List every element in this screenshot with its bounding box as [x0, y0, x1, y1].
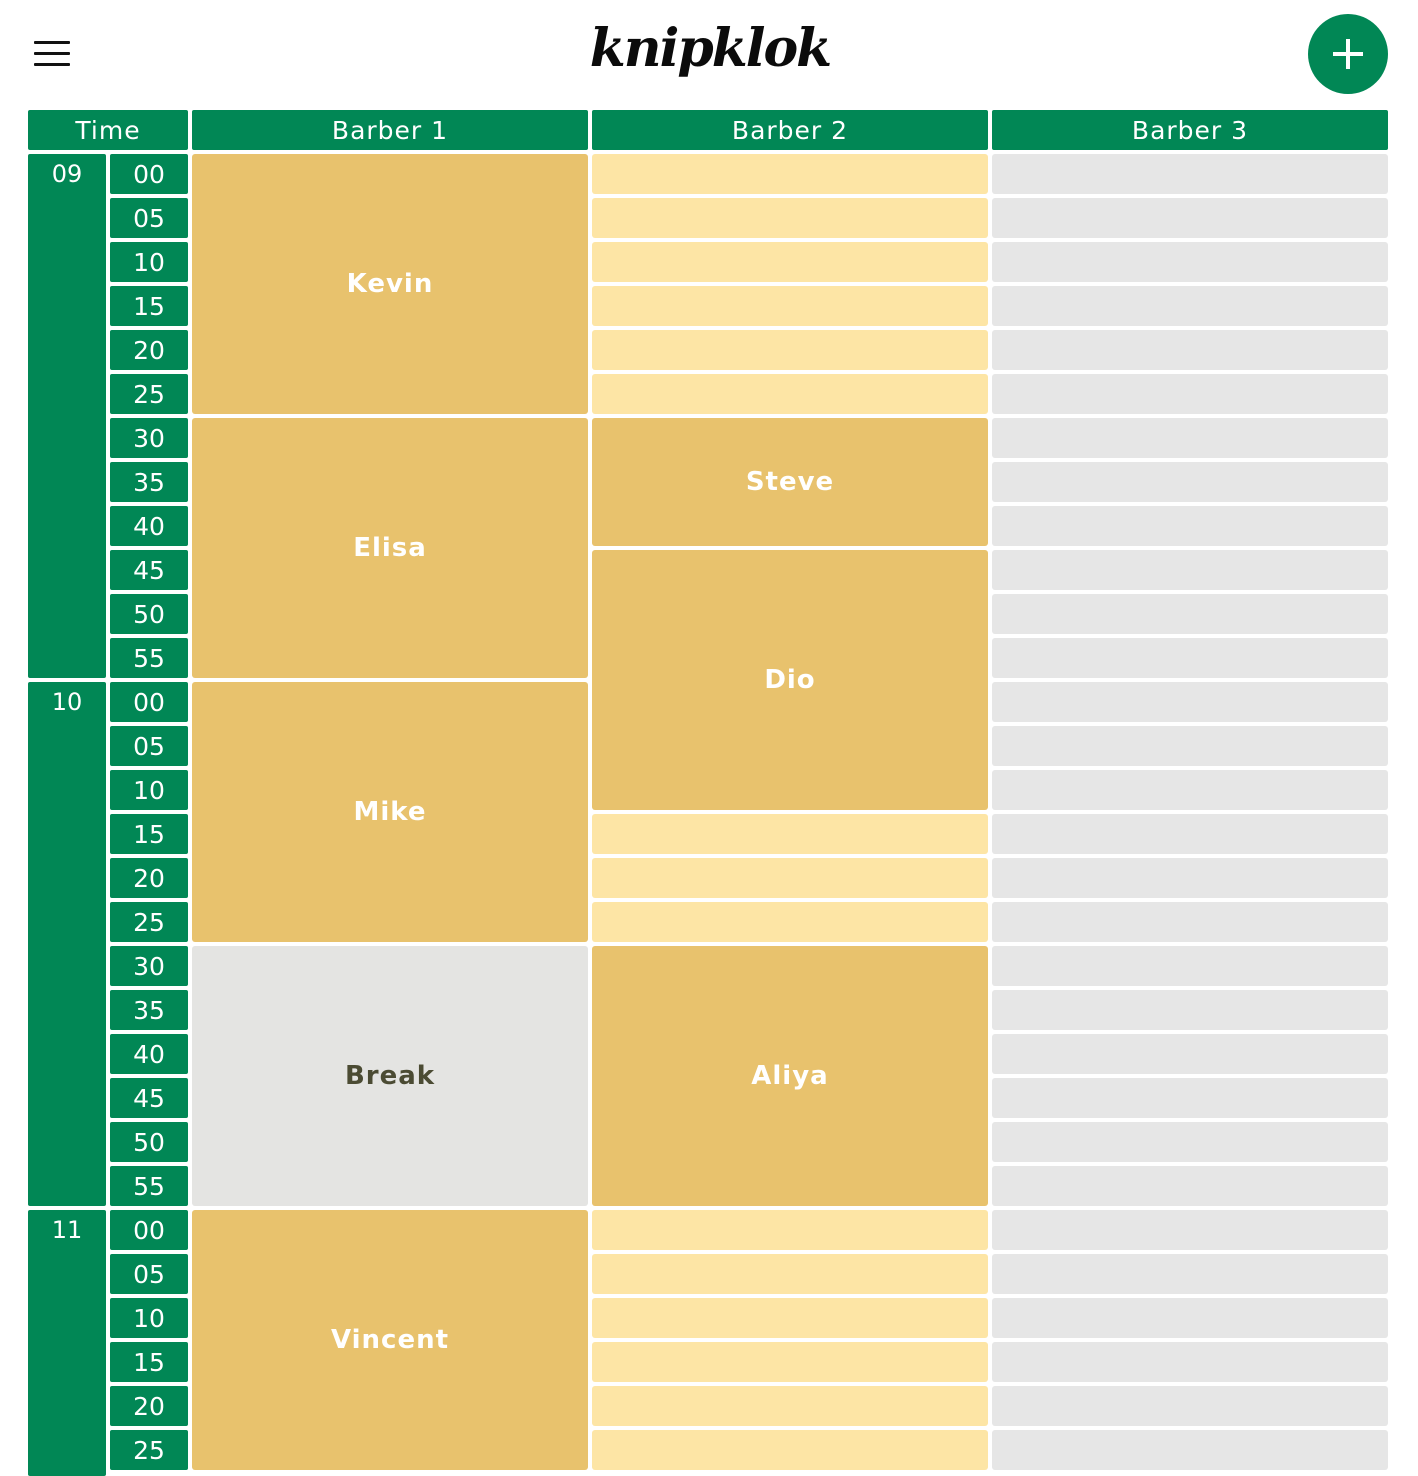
barber-column-header: Barber 3	[992, 110, 1388, 150]
minute-label: 15	[110, 814, 188, 854]
empty-time-slot[interactable]	[992, 726, 1388, 766]
minute-label: 05	[110, 726, 188, 766]
empty-time-slot[interactable]	[992, 594, 1388, 634]
appointment-block[interactable]: Aliya	[592, 946, 988, 1206]
minute-label: 20	[110, 858, 188, 898]
empty-time-slot[interactable]	[992, 638, 1388, 678]
empty-time-slot[interactable]	[992, 1210, 1388, 1250]
empty-time-slot[interactable]	[992, 902, 1388, 942]
empty-time-slot[interactable]	[992, 1166, 1388, 1206]
empty-time-slot[interactable]	[992, 154, 1388, 194]
minute-label: 35	[110, 990, 188, 1030]
minute-label: 00	[110, 1210, 188, 1250]
empty-time-slot[interactable]	[992, 1298, 1388, 1338]
hour-label: 09	[28, 154, 106, 678]
empty-time-slot[interactable]	[592, 1210, 988, 1250]
appointment-client-name: Elisa	[353, 533, 427, 563]
minute-label: 20	[110, 1386, 188, 1426]
empty-time-slot[interactable]	[992, 858, 1388, 898]
empty-time-slot[interactable]	[992, 1254, 1388, 1294]
empty-time-slot[interactable]	[592, 198, 988, 238]
appointment-client-name: Vincent	[330, 1325, 450, 1355]
empty-time-slot[interactable]	[992, 682, 1388, 722]
appointment-client-name: Mike	[353, 797, 427, 827]
empty-time-slot[interactable]	[592, 1386, 988, 1426]
minute-label: 25	[110, 374, 188, 414]
minute-label: 25	[110, 902, 188, 942]
empty-time-slot[interactable]	[592, 242, 988, 282]
empty-time-slot[interactable]	[592, 286, 988, 326]
minute-label: 40	[110, 1034, 188, 1074]
minute-label: 10	[110, 770, 188, 810]
empty-time-slot[interactable]	[992, 286, 1388, 326]
minute-label: 15	[110, 286, 188, 326]
empty-time-slot[interactable]	[592, 814, 988, 854]
empty-time-slot[interactable]	[992, 814, 1388, 854]
empty-time-slot[interactable]	[592, 858, 988, 898]
empty-time-slot[interactable]	[592, 374, 988, 414]
empty-time-slot[interactable]	[992, 506, 1388, 546]
minute-label: 10	[110, 242, 188, 282]
minute-label: 20	[110, 330, 188, 370]
appointment-block[interactable]: Dio	[592, 550, 988, 810]
hour-label: 11	[28, 1210, 106, 1476]
empty-time-slot[interactable]	[992, 198, 1388, 238]
minute-label: 15	[110, 1342, 188, 1382]
appointment-client-name: Dio	[764, 665, 816, 695]
appointment-block[interactable]: Kevin	[192, 154, 588, 414]
empty-time-slot[interactable]	[992, 1342, 1388, 1382]
appointment-client-name: Steve	[745, 467, 835, 497]
empty-time-slot[interactable]	[992, 1122, 1388, 1162]
empty-time-slot[interactable]	[992, 374, 1388, 414]
minute-label: 55	[110, 638, 188, 678]
schedule-grid: Time Barber 1 Barber 2 Barber 3 09 00 05 10…	[0, 0, 1418, 1476]
empty-time-slot[interactable]	[592, 154, 988, 194]
appointment-block[interactable]: Elisa	[192, 418, 588, 678]
empty-time-slot[interactable]	[592, 330, 988, 370]
minute-label: 25	[110, 1430, 188, 1470]
empty-time-slot[interactable]	[992, 990, 1388, 1030]
empty-time-slot[interactable]	[592, 902, 988, 942]
empty-time-slot[interactable]	[592, 1430, 988, 1470]
empty-time-slot[interactable]	[992, 1386, 1388, 1426]
empty-time-slot[interactable]	[992, 330, 1388, 370]
minute-label: 35	[110, 462, 188, 502]
empty-time-slot[interactable]	[992, 946, 1388, 986]
minute-label: 10	[110, 1298, 188, 1338]
appointment-client-name: Aliya	[751, 1061, 829, 1091]
empty-time-slot[interactable]	[992, 418, 1388, 458]
empty-time-slot[interactable]	[992, 1430, 1388, 1470]
minute-label: 50	[110, 594, 188, 634]
appointment-block[interactable]: Vincent	[192, 1210, 588, 1470]
barber-column-header: Barber 2	[592, 110, 988, 150]
minute-label: 45	[110, 550, 188, 590]
empty-time-slot[interactable]	[992, 242, 1388, 282]
minute-label: 50	[110, 1122, 188, 1162]
empty-time-slot[interactable]	[992, 550, 1388, 590]
empty-time-slot[interactable]	[592, 1254, 988, 1294]
minute-label: 05	[110, 1254, 188, 1294]
minute-label: 40	[110, 506, 188, 546]
empty-time-slot[interactable]	[992, 1078, 1388, 1118]
time-column-header: Time	[28, 110, 188, 150]
minute-label: 00	[110, 154, 188, 194]
empty-time-slot[interactable]	[992, 1034, 1388, 1074]
empty-time-slot[interactable]	[592, 1298, 988, 1338]
empty-time-slot[interactable]	[992, 770, 1388, 810]
appointment-client-name: Break	[344, 1061, 436, 1091]
hour-label: 10	[28, 682, 106, 1206]
empty-time-slot[interactable]	[992, 462, 1388, 502]
empty-time-slot[interactable]	[592, 1342, 988, 1382]
minute-label: 55	[110, 1166, 188, 1206]
appointment-block[interactable]: Mike	[192, 682, 588, 942]
minute-label: 05	[110, 198, 188, 238]
minute-label: 30	[110, 418, 188, 458]
minute-label: 45	[110, 1078, 188, 1118]
appointment-client-name: Kevin	[346, 269, 434, 299]
minute-label: 30	[110, 946, 188, 986]
break-block[interactable]: Break	[192, 946, 588, 1206]
appointment-block[interactable]: Steve	[592, 418, 988, 546]
minute-label: 00	[110, 682, 188, 722]
barber-column-header: Barber 1	[192, 110, 588, 150]
